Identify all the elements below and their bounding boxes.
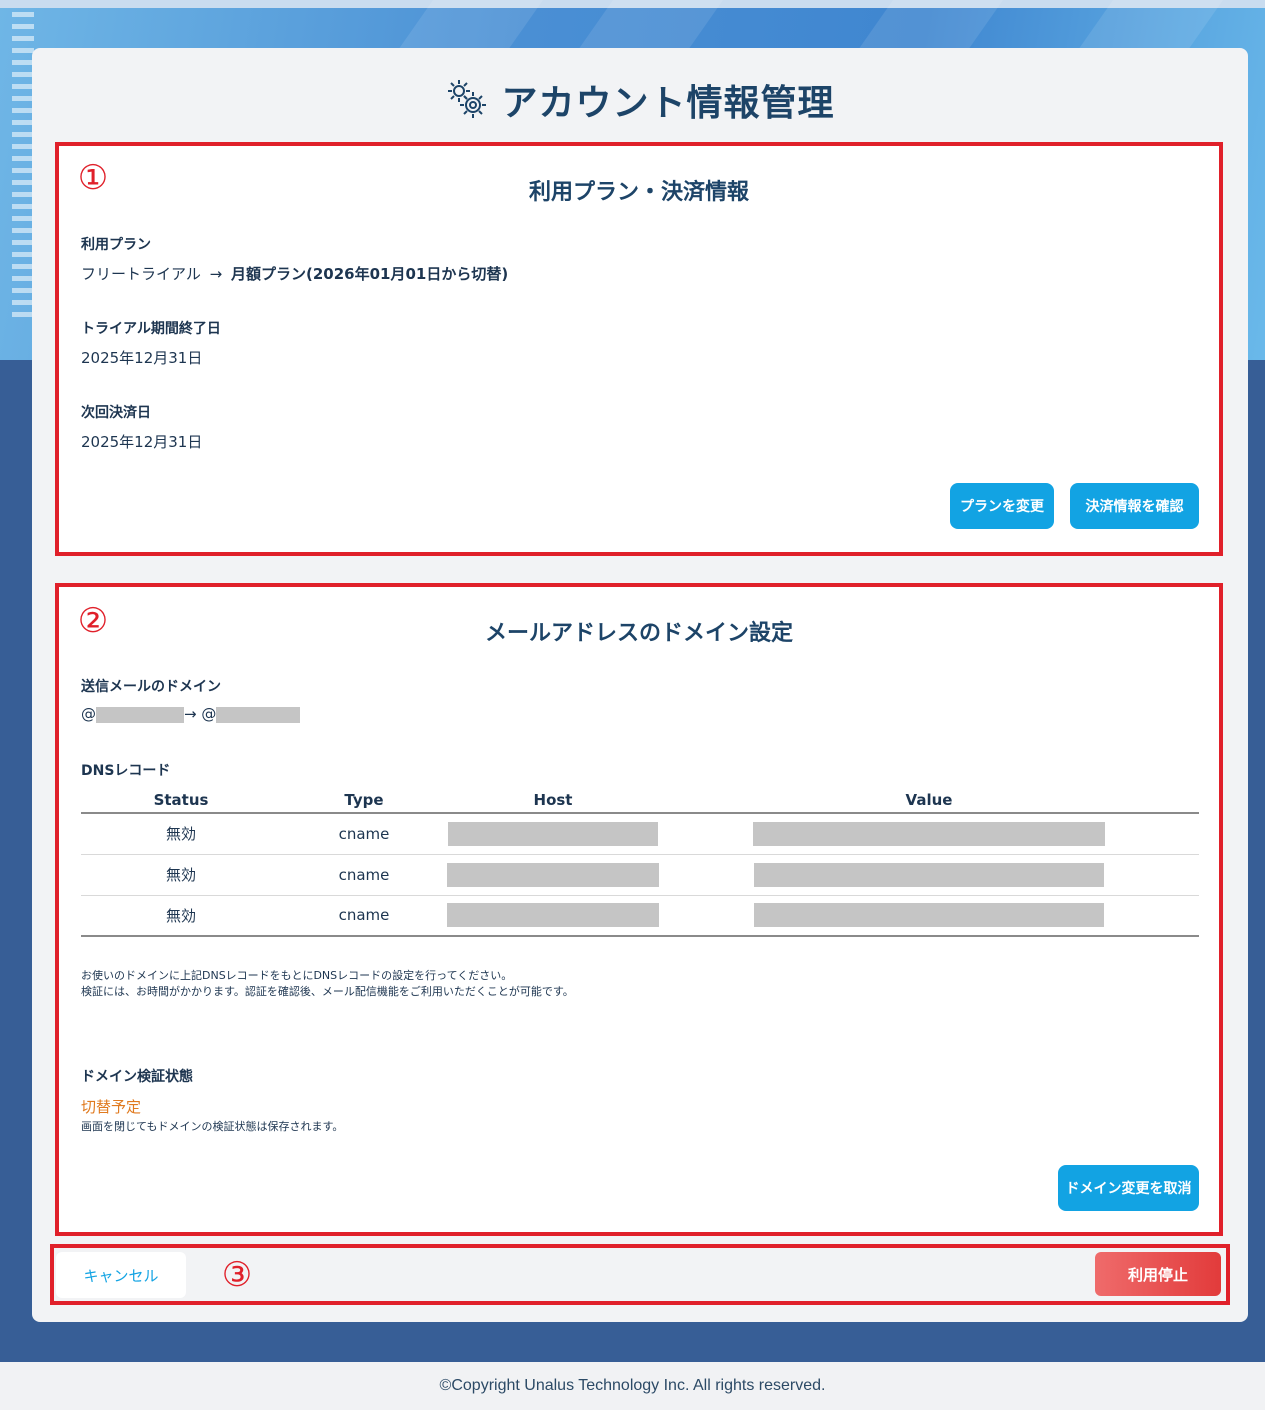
domain-verify-status: 切替予定	[81, 1098, 142, 1116]
column-header-status: Status	[81, 787, 281, 814]
account-card: アカウント情報管理 ① 利用プラン・決済情報 利用プラン フリートライアル → …	[32, 48, 1248, 1322]
sender-domain-value: @ → @	[81, 705, 301, 723]
domain-verify-label: ドメイン検証状態	[81, 1069, 193, 1085]
table-row: 無効 cname	[81, 813, 1199, 855]
domain-settings-section: ② メールアドレスのドメイン設定 送信メールのドメイン @ → @ DNSレコード…	[55, 583, 1223, 1236]
sender-domain-label: 送信メールのドメイン	[81, 679, 221, 695]
footer: ©Copyright Unalus Technology Inc. All ri…	[0, 1362, 1265, 1410]
decorative-bars	[12, 12, 34, 324]
status-cell: 無効	[81, 854, 281, 896]
value-cell	[659, 895, 1199, 937]
column-header-host: Host	[447, 787, 659, 814]
table-row: 無効 cname	[81, 854, 1199, 896]
plan-payment-section: ① 利用プラン・決済情報 利用プラン フリートライアル → 月額プラン(2026…	[55, 142, 1223, 556]
value-cell	[659, 854, 1199, 896]
next-payment-label: 次回決済日	[81, 405, 151, 421]
trial-end-label: トライアル期間終了日	[81, 321, 221, 337]
plan-label: 利用プラン	[81, 237, 151, 253]
page-title-container: アカウント情報管理	[32, 74, 1248, 126]
cancel-button[interactable]: キャンセル	[56, 1252, 186, 1298]
plan-arrow: →	[209, 265, 223, 283]
cancel-domain-change-button[interactable]: ドメイン変更を取消	[1058, 1165, 1199, 1211]
host-cell	[447, 813, 659, 855]
plan-value: フリートライアル → 月額プラン(2026年01月01日から切替)	[81, 263, 508, 284]
stop-usage-button[interactable]: 利用停止	[1095, 1252, 1221, 1296]
page-title: アカウント情報管理	[501, 83, 835, 124]
next-payment-value: 2025年12月31日	[81, 433, 203, 451]
plan-next: 月額プラン(2026年01月01日から切替)	[231, 265, 509, 283]
payment-info-button[interactable]: 決済情報を確認	[1070, 483, 1199, 529]
redacted-host	[448, 821, 658, 846]
column-header-type: Type	[281, 787, 447, 814]
gear-icon	[448, 80, 487, 118]
redacted-old-domain	[96, 706, 184, 723]
type-cell: cname	[281, 854, 447, 896]
dns-record-table: Status Type Host Value 無効 cname 無効 cname	[81, 787, 1199, 937]
redacted-host	[447, 903, 659, 928]
table-row: 無効 cname	[81, 895, 1199, 937]
host-cell	[447, 895, 659, 937]
domain-section-title: メールアドレスのドメイン設定	[484, 621, 793, 646]
domain-verify-note: 画面を閉じてもドメインの検証状態は保存されます。	[81, 1120, 344, 1133]
redacted-value	[754, 903, 1104, 928]
trial-end-value: 2025年12月31日	[81, 349, 203, 367]
column-header-value: Value	[659, 787, 1199, 814]
type-cell: cname	[281, 813, 447, 855]
redacted-value	[753, 821, 1105, 846]
value-cell	[659, 813, 1199, 855]
redacted-host	[447, 862, 659, 887]
host-cell	[447, 854, 659, 896]
section-marker-3: ③	[221, 1255, 253, 1295]
change-plan-button[interactable]: プランを変更	[950, 483, 1054, 529]
plan-section-title: 利用プラン・決済情報	[528, 180, 749, 205]
dns-instruction-note: お使いのドメインに上記DNSレコードをもとにDNSレコードの設定を行ってください…	[81, 969, 574, 998]
type-cell: cname	[281, 895, 447, 937]
status-cell: 無効	[81, 895, 281, 937]
copyright-text: ©Copyright Unalus Technology Inc. All ri…	[439, 1377, 826, 1394]
redacted-value	[754, 862, 1104, 887]
dns-record-label: DNSレコード	[81, 763, 171, 779]
plan-current: フリートライアル	[81, 265, 201, 283]
redacted-new-domain	[216, 706, 301, 723]
status-cell: 無効	[81, 813, 281, 855]
